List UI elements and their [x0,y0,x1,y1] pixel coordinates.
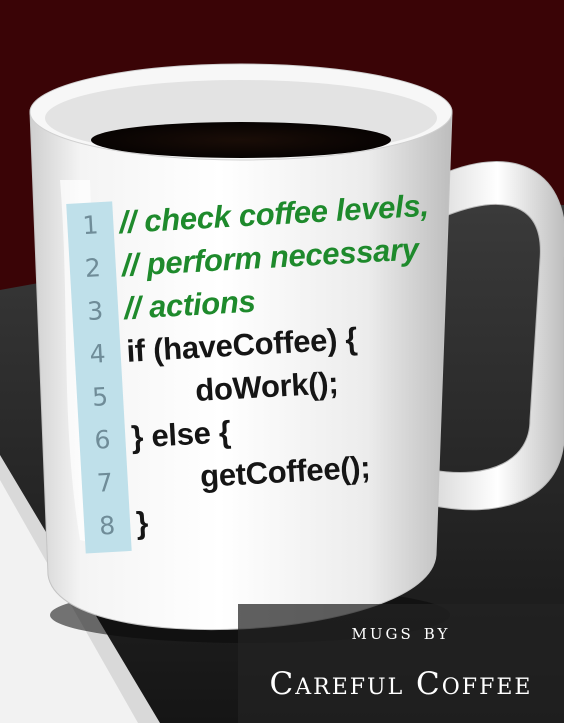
code-line: } [135,504,149,541]
code-line: doWork(); [127,365,340,412]
brand-tagline: mugs by [351,620,451,645]
code-comment-line: // actions [123,283,257,326]
coffee-surface [91,122,391,158]
code-comment-line: // perform necessary [120,231,420,283]
line-number: 7 [96,467,114,498]
line-number: 8 [98,510,116,541]
line-number: 3 [86,296,104,326]
code-line: } else { [130,414,232,455]
line-number: 6 [93,424,112,455]
brand-name: Careful Coffee [269,666,533,702]
line-number: 2 [84,253,102,284]
code-line: if (haveCoffee) { [125,320,359,369]
line-number: 4 [88,339,107,369]
line-number: 5 [91,381,109,412]
brand-banner: mugs by Careful Coffee [238,604,564,723]
mug-code-print: 1 2 3 4 5 6 7 8 // check coffee levels, … [66,179,466,570]
code-line: getCoffee(); [132,449,372,498]
line-number: 1 [81,210,100,241]
